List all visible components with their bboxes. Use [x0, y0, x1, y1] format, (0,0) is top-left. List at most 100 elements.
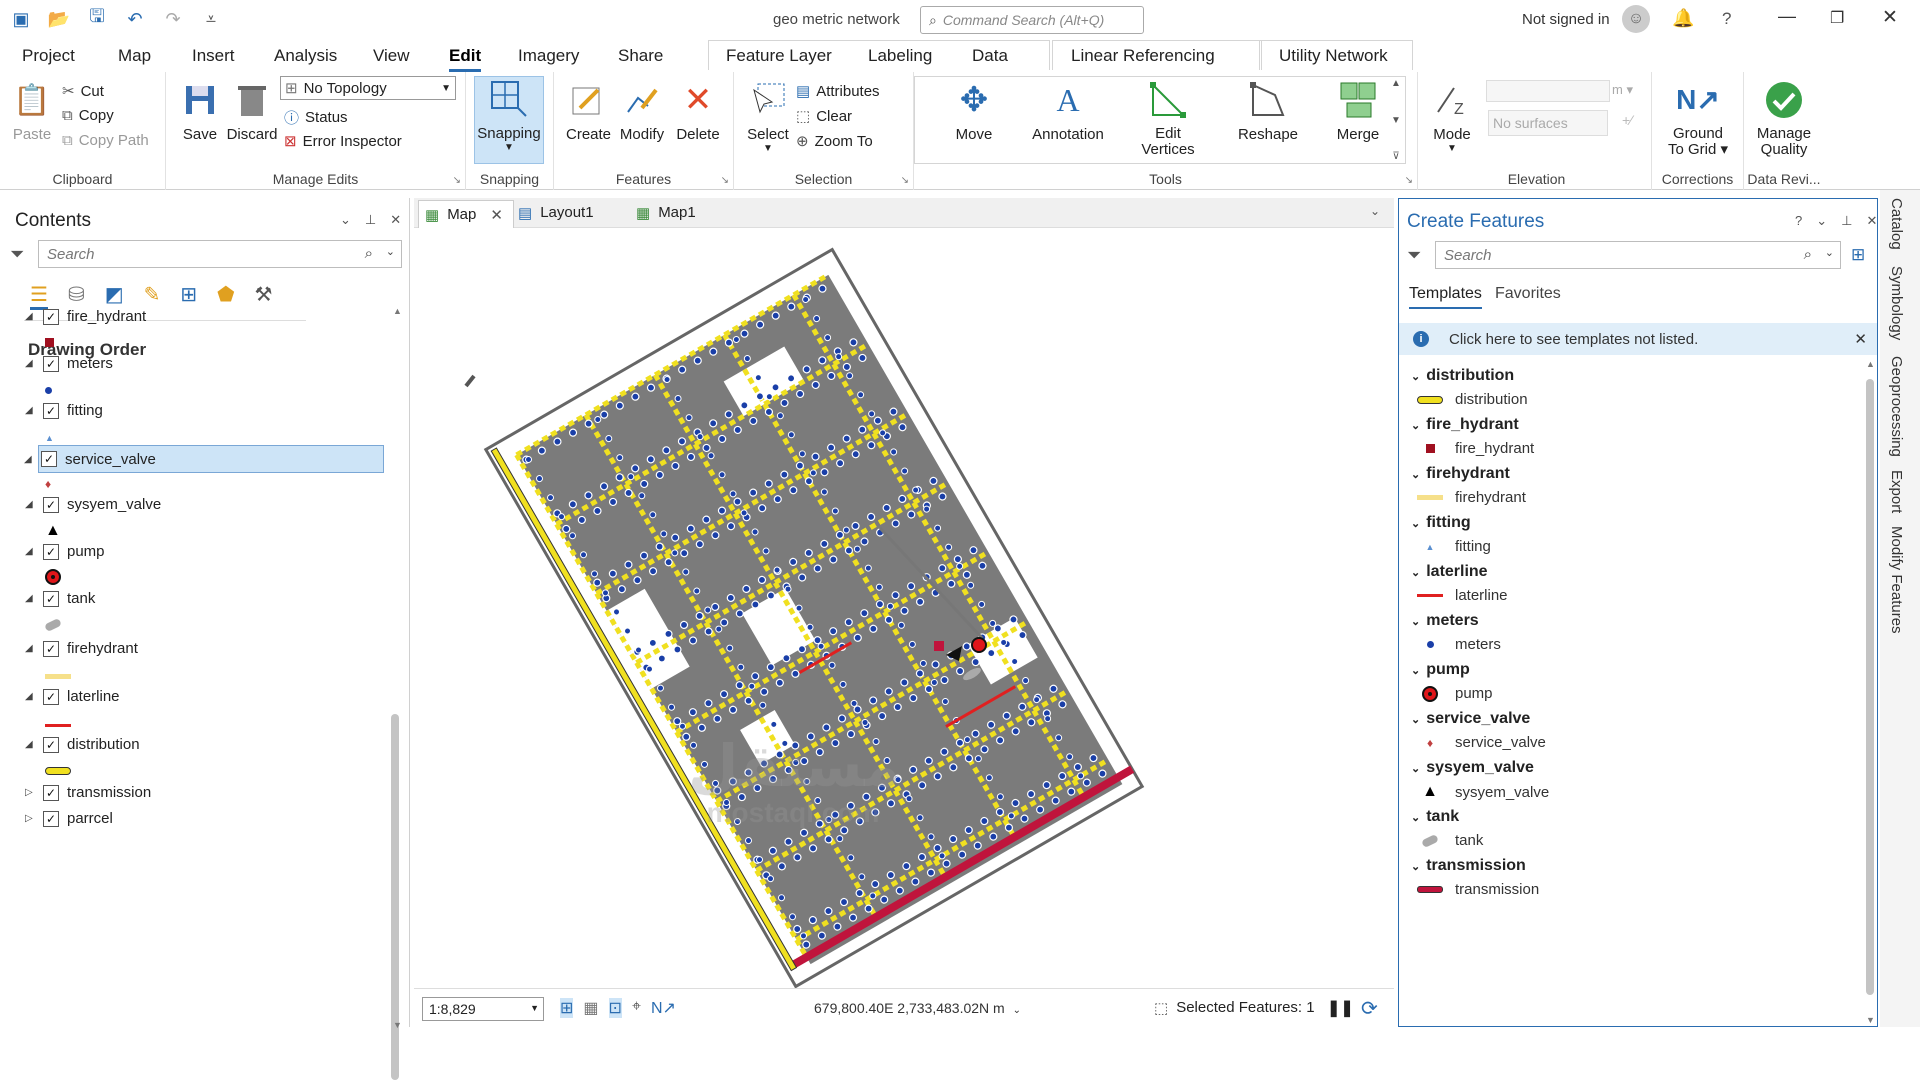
layer-row-laterline[interactable]: ◢ ✓ laterline: [25, 688, 120, 705]
expand-icon[interactable]: ◢: [25, 499, 35, 510]
clear-selection-button[interactable]: ⬚ Clear: [796, 107, 852, 126]
edit-vertices-tool[interactable]: Edit Vertices: [1120, 78, 1216, 158]
help-icon[interactable]: ?: [1795, 213, 1802, 229]
move-tool[interactable]: ✥ Move: [934, 78, 1014, 143]
expand-icon[interactable]: ◢: [25, 311, 35, 322]
filter-icon[interactable]: ⏷: [1407, 245, 1421, 266]
status-button[interactable]: ⓘ Status: [284, 107, 348, 128]
fixed-zoom-icon[interactable]: ⊞: [560, 998, 574, 1018]
delete-button[interactable]: ✕ Delete: [674, 78, 722, 143]
labeling-view-icon[interactable]: ⬟: [217, 282, 234, 310]
visibility-checkbox[interactable]: ✓: [43, 688, 59, 705]
expand-icon[interactable]: ◢: [25, 546, 35, 557]
map-canvas[interactable]: [414, 228, 1394, 988]
visibility-checkbox[interactable]: ✓: [43, 496, 59, 513]
close-window-icon[interactable]: ✕: [1882, 6, 1898, 29]
editing-view-icon[interactable]: ✎: [144, 282, 161, 310]
visibility-checkbox[interactable]: ✓: [43, 355, 59, 372]
visibility-checkbox[interactable]: ✓: [43, 590, 59, 607]
contents-search-input[interactable]: Search ⌕ ⌄: [38, 240, 402, 268]
customize-icon[interactable]: ⩡: [200, 8, 222, 30]
selection-view-icon[interactable]: ◩: [105, 282, 124, 310]
elevation-value-input[interactable]: [1486, 80, 1610, 102]
contents-scrollbar[interactable]: ▲ ▼: [388, 306, 402, 1080]
template-item-sysyem-valve[interactable]: ▲ sysyem_valve: [1417, 783, 1549, 801]
snapping-button[interactable]: Snapping ▼: [474, 76, 544, 164]
template-group-firehydrant[interactable]: ⌄ firehydrant: [1411, 465, 1510, 483]
template-item-tank[interactable]: tank: [1417, 832, 1483, 849]
visibility-checkbox[interactable]: ✓: [43, 784, 59, 801]
tab-map1[interactable]: ▦ Map1: [636, 204, 696, 222]
layer-row-fire-hydrant[interactable]: ◢ ✓ fire_hydrant: [25, 308, 146, 325]
expand-icon[interactable]: ◢: [25, 358, 35, 369]
expand-icon[interactable]: ▷: [25, 787, 35, 798]
chevron-down-icon[interactable]: ⌄: [1370, 204, 1380, 218]
grid-icon[interactable]: ▦: [583, 998, 598, 1018]
layer-row-service-valve[interactable]: ◢ ✓ service_valve: [24, 445, 384, 473]
visibility-checkbox[interactable]: ✓: [43, 736, 59, 753]
template-group-meters[interactable]: ⌄ meters: [1411, 612, 1479, 630]
side-tab-geoprocessing[interactable]: Geoprocessing: [1888, 356, 1905, 457]
drawing-order-icon[interactable]: ☰: [30, 282, 48, 310]
pin-icon[interactable]: ⊥: [1841, 213, 1852, 229]
tab-analysis[interactable]: Analysis: [274, 46, 337, 66]
unit-dropdown[interactable]: m ▾: [1612, 82, 1633, 98]
template-search-input[interactable]: Search ⌕ ⌄: [1435, 241, 1841, 269]
pin-icon[interactable]: ⊥: [365, 212, 376, 228]
create-button[interactable]: Create: [566, 78, 611, 143]
modify-button[interactable]: Modify: [616, 78, 668, 143]
side-tab-modify-features[interactable]: Modify Features: [1888, 526, 1905, 634]
data-source-icon[interactable]: ⛁: [68, 282, 85, 310]
filter-icon[interactable]: ⏷: [10, 244, 24, 265]
tab-view[interactable]: View: [373, 46, 410, 66]
visibility-checkbox[interactable]: ✓: [43, 640, 59, 657]
tab-utility-network[interactable]: Utility Network: [1279, 46, 1388, 66]
template-item-meters[interactable]: meters: [1417, 636, 1501, 653]
chevron-down-icon[interactable]: ⌄: [340, 212, 351, 228]
template-group-transmission[interactable]: ⌄ transmission: [1411, 857, 1526, 875]
tab-data[interactable]: Data: [972, 46, 1008, 66]
side-tab-catalog[interactable]: Catalog: [1888, 198, 1905, 250]
template-item-service-valve[interactable]: ♦ service_valve: [1417, 734, 1546, 751]
maximize-icon[interactable]: ❐: [1830, 8, 1844, 28]
template-group-tank[interactable]: ⌄ tank: [1411, 808, 1459, 826]
tab-project[interactable]: Project: [22, 46, 75, 66]
crosshair-icon[interactable]: ⌖: [632, 998, 641, 1018]
layer-row-distribution[interactable]: ◢ ✓ distribution: [25, 736, 140, 753]
redo-icon[interactable]: ↷: [162, 8, 184, 30]
layer-row-fitting[interactable]: ◢ ✓ fitting: [25, 402, 103, 419]
close-icon[interactable]: ✕: [490, 206, 503, 224]
tab-labeling[interactable]: Labeling: [868, 46, 932, 66]
layer-row-tank[interactable]: ◢ ✓ tank: [25, 590, 95, 607]
visibility-checkbox[interactable]: ✓: [43, 543, 59, 560]
attributes-button[interactable]: ▤ Attributes: [796, 82, 880, 101]
template-group-sysyem-valve[interactable]: ⌄ sysyem_valve: [1411, 759, 1534, 777]
tab-templates[interactable]: Templates: [1409, 285, 1482, 309]
save-button[interactable]: Save: [178, 78, 222, 143]
chevron-down-icon[interactable]: ⌄: [1816, 213, 1827, 229]
template-group-distribution[interactable]: ⌄ distribution: [1411, 367, 1514, 385]
notification-icon[interactable]: 🔔: [1672, 8, 1694, 29]
copy-button[interactable]: ⧉ Copy: [62, 107, 114, 124]
pump-feature[interactable]: [971, 637, 987, 653]
visibility-checkbox[interactable]: ✓: [43, 308, 59, 325]
user-avatar-icon[interactable]: ☺: [1622, 5, 1650, 33]
expand-icon[interactable]: ◢: [25, 405, 35, 416]
expand-icon[interactable]: ▷: [25, 813, 35, 824]
perspective-view-icon[interactable]: ⚒: [255, 282, 273, 310]
template-item-firehydrant[interactable]: firehydrant: [1417, 489, 1526, 506]
sign-in-status[interactable]: Not signed in: [1522, 11, 1610, 28]
expand-icon[interactable]: ◢: [25, 643, 35, 654]
layer-row-pump[interactable]: ◢ ✓ pump: [25, 543, 105, 560]
tab-linear-referencing[interactable]: Linear Referencing: [1071, 46, 1215, 66]
layer-row-transmission[interactable]: ▷ ✓ transmission: [25, 784, 151, 801]
reshape-tool[interactable]: Reshape: [1220, 78, 1316, 143]
expand-icon[interactable]: ◢: [25, 691, 35, 702]
expand-icon[interactable]: ◢: [24, 454, 34, 465]
snapping-view-icon[interactable]: ⊞: [180, 282, 197, 310]
north-arrow-icon[interactable]: N↗: [651, 998, 676, 1018]
tab-imagery[interactable]: Imagery: [518, 46, 579, 66]
close-icon[interactable]: ✕: [1866, 213, 1877, 229]
pause-icon[interactable]: ❚❚: [1327, 998, 1354, 1018]
error-inspector-button[interactable]: ⊠ Error Inspector: [284, 132, 402, 151]
